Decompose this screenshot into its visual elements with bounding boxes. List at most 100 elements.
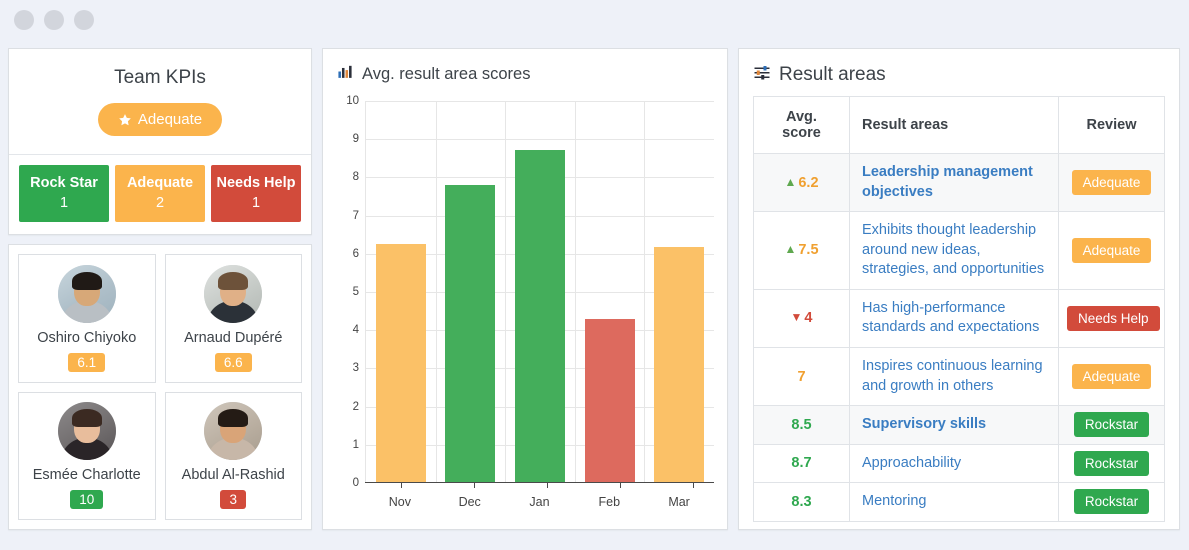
result-areas-table-wrap: Avg. score Result areas Review ▲6.2 Lead… (739, 96, 1179, 536)
row-name[interactable]: Approachability (850, 444, 1059, 483)
row-score-cell: ▲6.2 (754, 154, 850, 212)
kpi-block-adequate[interactable]: Adequate 2 (115, 165, 205, 222)
close-dot[interactable] (14, 10, 34, 30)
bar-jan[interactable] (515, 150, 565, 483)
x-axis-tick: Dec (435, 495, 505, 509)
column-header-result-areas[interactable]: Result areas (850, 97, 1059, 154)
person-name: Arnaud Dupéré (184, 330, 282, 346)
chart-column: Avg. result area scores 10 9 8 7 6 5 4 3 (322, 48, 728, 530)
x-axis-tick: Jan (505, 495, 575, 509)
table-row[interactable]: 8.7 Approachability Rockstar (754, 444, 1165, 483)
x-axis-ticks: Nov Dec Jan Feb Mar (365, 495, 714, 509)
table-row[interactable]: ▲6.2 Leadership management objectives Ad… (754, 154, 1165, 212)
page-title: Team KPIs (9, 49, 311, 89)
avatar (58, 402, 116, 460)
row-score: 8.7 (791, 455, 811, 471)
person-score: 6.1 (68, 353, 105, 372)
chart-plot-area: 10 9 8 7 6 5 4 3 2 1 0 (365, 101, 714, 483)
kpi-block-label: Rock Star (21, 174, 107, 194)
y-axis-tick: 6 (353, 248, 366, 260)
person-card[interactable]: Abdul Al-Rashid 3 (165, 392, 303, 520)
trend-down-icon: ▼ (791, 310, 803, 324)
table-row[interactable]: 7 Inspires continuous learning and growt… (754, 347, 1165, 405)
kpi-block-row: Rock Star 1 Adequate 2 Needs Help 1 (9, 155, 311, 234)
row-name[interactable]: Inspires continuous learning and growth … (850, 347, 1059, 405)
status-badge[interactable]: Adequate (1072, 238, 1152, 263)
column-header-review[interactable]: Review (1059, 97, 1165, 154)
result-areas-panel: Result areas Avg. score Result areas Rev… (738, 48, 1180, 530)
row-score-cell: ▲7.5 (754, 212, 850, 290)
table-row[interactable]: ▲7.5 Exhibits thought leadership around … (754, 212, 1165, 290)
person-card[interactable]: Arnaud Dupéré 6.6 (165, 254, 303, 382)
trend-up-icon: ▲ (784, 175, 796, 189)
person-score: 6.6 (215, 353, 252, 372)
x-axis-tick: Mar (644, 495, 714, 509)
y-axis-tick: 3 (353, 362, 366, 374)
person-card[interactable]: Oshiro Chiyoko 6.1 (18, 254, 156, 382)
team-members-panel: Oshiro Chiyoko 6.1 Arnaud Dupéré 6.6 (8, 244, 312, 530)
x-axis-tick: Nov (365, 495, 435, 509)
row-name[interactable]: Leadership management objectives (850, 154, 1059, 212)
row-name[interactable]: Exhibits thought leadership around new i… (850, 212, 1059, 290)
y-axis-tick: 2 (353, 401, 366, 413)
row-name[interactable]: Has high-performance standards and expec… (850, 289, 1059, 347)
bar-dec[interactable] (445, 185, 495, 483)
y-axis-tick: 5 (353, 286, 366, 298)
kpi-block-needs-help[interactable]: Needs Help 1 (211, 165, 301, 222)
row-score-cell: 7 (754, 347, 850, 405)
avatar (204, 265, 262, 323)
bar-feb[interactable] (585, 319, 635, 483)
bar-mar[interactable] (654, 247, 704, 483)
status-badge[interactable]: Needs Help (1067, 306, 1160, 331)
person-card[interactable]: Esmée Charlotte 10 (18, 392, 156, 520)
x-axis-tick: Feb (574, 495, 644, 509)
kpi-block-count: 2 (117, 194, 203, 214)
table-row[interactable]: 8.5 Supervisory skills Rockstar (754, 406, 1165, 445)
row-score-cell: 8.5 (754, 406, 850, 445)
row-review-cell: Adequate (1059, 347, 1165, 405)
y-axis-tick: 10 (346, 95, 366, 107)
row-score: 7 (797, 369, 805, 385)
maximize-dot[interactable] (74, 10, 94, 30)
status-badge[interactable]: Adequate (1072, 364, 1152, 389)
bar-nov[interactable] (376, 244, 426, 483)
avatar (204, 402, 262, 460)
status-badge[interactable]: Adequate (1072, 170, 1152, 195)
row-review-cell: Rockstar (1059, 444, 1165, 483)
result-areas-table: Avg. score Result areas Review ▲6.2 Lead… (753, 96, 1165, 522)
minimize-dot[interactable] (44, 10, 64, 30)
sliders-icon (753, 63, 771, 86)
team-members-grid: Oshiro Chiyoko 6.1 Arnaud Dupéré 6.6 (18, 254, 302, 520)
table-row[interactable]: 8.3 Mentoring Rockstar (754, 483, 1165, 522)
result-areas-title: Result areas (779, 64, 886, 86)
kpi-block-count: 1 (21, 194, 107, 214)
avg-result-area-scores-panel: Avg. result area scores 10 9 8 7 6 5 4 3 (322, 48, 728, 530)
row-review-cell: Needs Help (1059, 289, 1165, 347)
chart-panel-header: Avg. result area scores (323, 49, 727, 95)
row-name[interactable]: Mentoring (850, 483, 1059, 522)
y-axis-tick: 7 (353, 210, 366, 222)
row-score-cell: 8.3 (754, 483, 850, 522)
overall-rating-button[interactable]: Adequate (98, 103, 222, 136)
status-badge[interactable]: Rockstar (1074, 451, 1149, 476)
team-kpis-panel: Team KPIs Adequate Rock Star 1 (8, 48, 312, 235)
left-column: Team KPIs Adequate Rock Star 1 (8, 48, 312, 530)
y-axis-tick: 1 (353, 439, 366, 451)
kpi-block-rock-star[interactable]: Rock Star 1 (19, 165, 109, 222)
table-row[interactable]: ▼4 Has high-performance standards and ex… (754, 289, 1165, 347)
status-badge[interactable]: Rockstar (1074, 489, 1149, 514)
overall-rating-wrap: Adequate (9, 89, 311, 154)
column-header-avg-score[interactable]: Avg. score (754, 97, 850, 154)
row-score-cell: ▼4 (754, 289, 850, 347)
chart-bars (366, 101, 714, 483)
status-badge[interactable]: Rockstar (1074, 412, 1149, 437)
row-score: 4 (804, 310, 812, 326)
person-score: 10 (70, 490, 103, 509)
person-name: Esmée Charlotte (33, 467, 141, 483)
row-name[interactable]: Supervisory skills (850, 406, 1059, 445)
star-icon (118, 113, 132, 127)
result-areas-header: Result areas (739, 49, 1179, 96)
row-review-cell: Rockstar (1059, 406, 1165, 445)
y-axis-tick: 9 (353, 133, 366, 145)
x-axis-line (365, 482, 714, 483)
